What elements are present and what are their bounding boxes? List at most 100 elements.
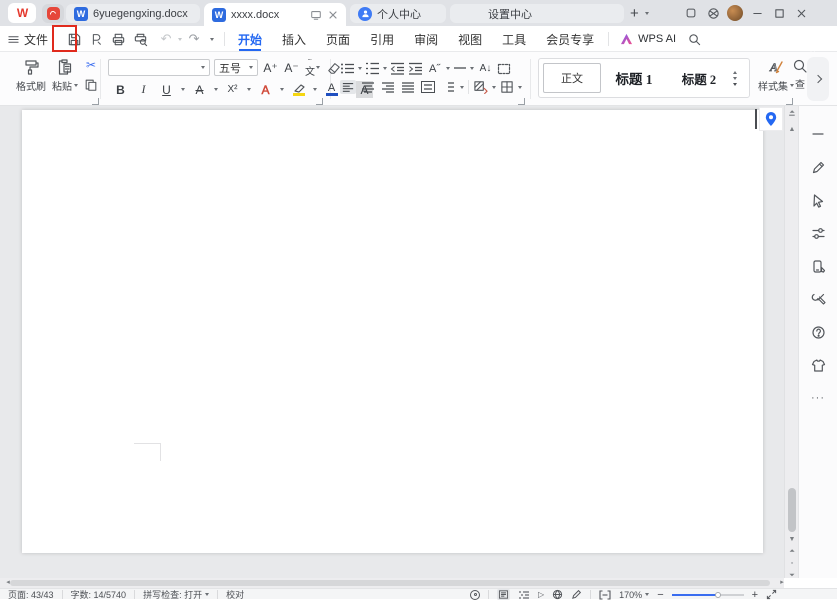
close-tab-icon[interactable]	[328, 10, 338, 20]
bullet-chevron-icon[interactable]	[358, 67, 362, 70]
font-dialog-launcher[interactable]	[316, 98, 323, 105]
style-set-button[interactable]: A 样式集	[758, 58, 794, 93]
properties-sliders-icon[interactable]	[806, 221, 830, 245]
superscript-chevron-icon[interactable]	[247, 88, 251, 91]
user-avatar[interactable]	[724, 2, 746, 24]
skin-theme-icon[interactable]	[806, 353, 830, 377]
undo-chevron-icon[interactable]	[178, 38, 182, 41]
styles-more-icon[interactable]	[733, 83, 737, 86]
redo-button[interactable]: ↷	[184, 29, 204, 49]
font-size-select[interactable]: 五号	[214, 59, 258, 76]
read-mode-icon[interactable]: ▷	[538, 590, 544, 599]
shading-icon[interactable]	[473, 80, 488, 94]
slider-handle[interactable]	[715, 592, 721, 598]
workspace-icon[interactable]	[680, 2, 702, 24]
style-heading1[interactable]: 标题 1	[601, 68, 667, 88]
copy-button[interactable]	[84, 78, 98, 92]
collapse-panel-icon[interactable]	[806, 122, 830, 146]
doc-tab-6yuegengxing[interactable]: W 6yuegengxing.docx	[66, 4, 200, 23]
borders-icon[interactable]	[500, 80, 514, 94]
styles-dialog-launcher[interactable]	[786, 98, 793, 105]
ribbon-expand-button[interactable]	[807, 57, 829, 101]
undo-button[interactable]: ↶	[156, 29, 176, 49]
tab-list-chevron-icon[interactable]	[645, 12, 649, 15]
file-menu[interactable]: 文件	[8, 31, 56, 48]
align-center-icon[interactable]	[360, 80, 376, 94]
line-spacing-icon[interactable]	[440, 80, 456, 94]
new-tab-button[interactable]: +	[630, 5, 639, 22]
phone-transfer-icon[interactable]	[806, 254, 830, 278]
italic-button[interactable]: I	[135, 81, 152, 98]
browse-object-icon[interactable]: ▫	[785, 560, 799, 567]
tab-settings-center[interactable]: 设置中心	[450, 4, 624, 23]
zoom-slider[interactable]	[672, 590, 744, 600]
align-right-icon[interactable]	[380, 80, 396, 94]
quickbar-chevron-icon[interactable]	[210, 38, 214, 41]
wps-ai-button[interactable]: WPS AI	[620, 33, 676, 45]
repair-tools-icon[interactable]	[806, 287, 830, 311]
paragraph-dialog-launcher[interactable]	[518, 98, 525, 105]
effect-chevron-icon[interactable]	[280, 88, 284, 91]
underline-button[interactable]: U	[158, 81, 175, 98]
font-name-select[interactable]	[108, 59, 210, 76]
maximize-button[interactable]	[768, 2, 790, 24]
numbered-list-icon[interactable]	[365, 62, 380, 75]
ink-pen-icon[interactable]	[571, 589, 582, 600]
styles-down-icon[interactable]	[733, 77, 737, 80]
ribbon-tab-reference[interactable]: 引用	[367, 26, 397, 52]
style-normal[interactable]: 正文	[543, 63, 601, 93]
close-window-button[interactable]	[790, 2, 812, 24]
outline-view-icon[interactable]	[518, 590, 530, 600]
zoom-in-button[interactable]: +	[752, 592, 758, 598]
ribbon-tab-view[interactable]: 视图	[455, 26, 485, 52]
strike-chevron-icon[interactable]	[214, 88, 218, 91]
fit-page-icon[interactable]	[599, 590, 611, 600]
clipboard-dialog-launcher[interactable]	[92, 98, 99, 105]
search-button[interactable]	[684, 29, 704, 49]
sort-button[interactable]: A↓	[477, 60, 494, 77]
shrink-font-button[interactable]: A⁻	[283, 59, 300, 76]
underline-chevron-icon[interactable]	[181, 88, 185, 91]
borders-chevron-icon[interactable]	[518, 86, 522, 89]
scroll-down-icon[interactable]: ▼	[785, 536, 799, 543]
find-button[interactable]: 查	[793, 58, 807, 91]
tab-personal-center[interactable]: 个人中心	[350, 4, 446, 23]
scroll-right-icon[interactable]: ▸	[775, 579, 789, 586]
print-button[interactable]	[108, 29, 128, 49]
pinyin-guide-button[interactable]: ˇˋ文	[304, 59, 321, 76]
zoom-out-button[interactable]: −	[657, 592, 663, 598]
ribbon-tab-insert[interactable]: 插入	[279, 26, 309, 52]
ribbon-tab-home[interactable]: 开始	[235, 26, 265, 52]
minimize-button[interactable]	[746, 2, 768, 24]
print-preview-button[interactable]	[130, 29, 150, 49]
vertical-scrollbar[interactable]: ⏶▔ ▲ ▼ ⏶ ▫ ⏷	[784, 106, 798, 578]
text-tool-chevron-icon[interactable]	[446, 67, 450, 70]
style-heading2[interactable]: 标题 2	[667, 69, 731, 88]
wps-logo[interactable]: W	[8, 3, 36, 23]
doc-tab-xxxx[interactable]: W xxxx.docx	[204, 3, 346, 26]
page-view-icon[interactable]	[497, 589, 510, 600]
scrollbar-thumb[interactable]	[788, 488, 796, 532]
export-pdf-button[interactable]	[86, 29, 106, 49]
increase-indent-icon[interactable]	[408, 62, 423, 75]
save-button[interactable]	[64, 29, 84, 49]
show-marks-icon[interactable]	[497, 63, 511, 75]
document-page[interactable]	[22, 110, 763, 553]
highlight-button[interactable]	[290, 81, 307, 98]
bold-button[interactable]: B	[112, 81, 129, 98]
format-painter-button[interactable]: 格式刷	[16, 58, 46, 93]
horizontal-scrollbar[interactable]: ◂ ▸	[0, 578, 784, 588]
cut-button[interactable]: ✂	[86, 58, 96, 72]
text-tool-button[interactable]: A˝	[426, 60, 443, 77]
align-left-icon[interactable]	[340, 80, 356, 94]
edit-pen-icon[interactable]	[806, 155, 830, 179]
next-page-icon[interactable]: ⏷	[785, 572, 799, 579]
select-cursor-icon[interactable]	[806, 188, 830, 212]
ribbon-tab-review[interactable]: 审阅	[411, 26, 441, 52]
styles-up-icon[interactable]	[733, 71, 737, 74]
grow-font-button[interactable]: A⁺	[262, 59, 279, 76]
monitor-icon[interactable]	[310, 9, 322, 21]
help-icon[interactable]	[806, 320, 830, 344]
justify-icon[interactable]	[400, 80, 416, 94]
web-view-icon[interactable]	[552, 589, 563, 600]
